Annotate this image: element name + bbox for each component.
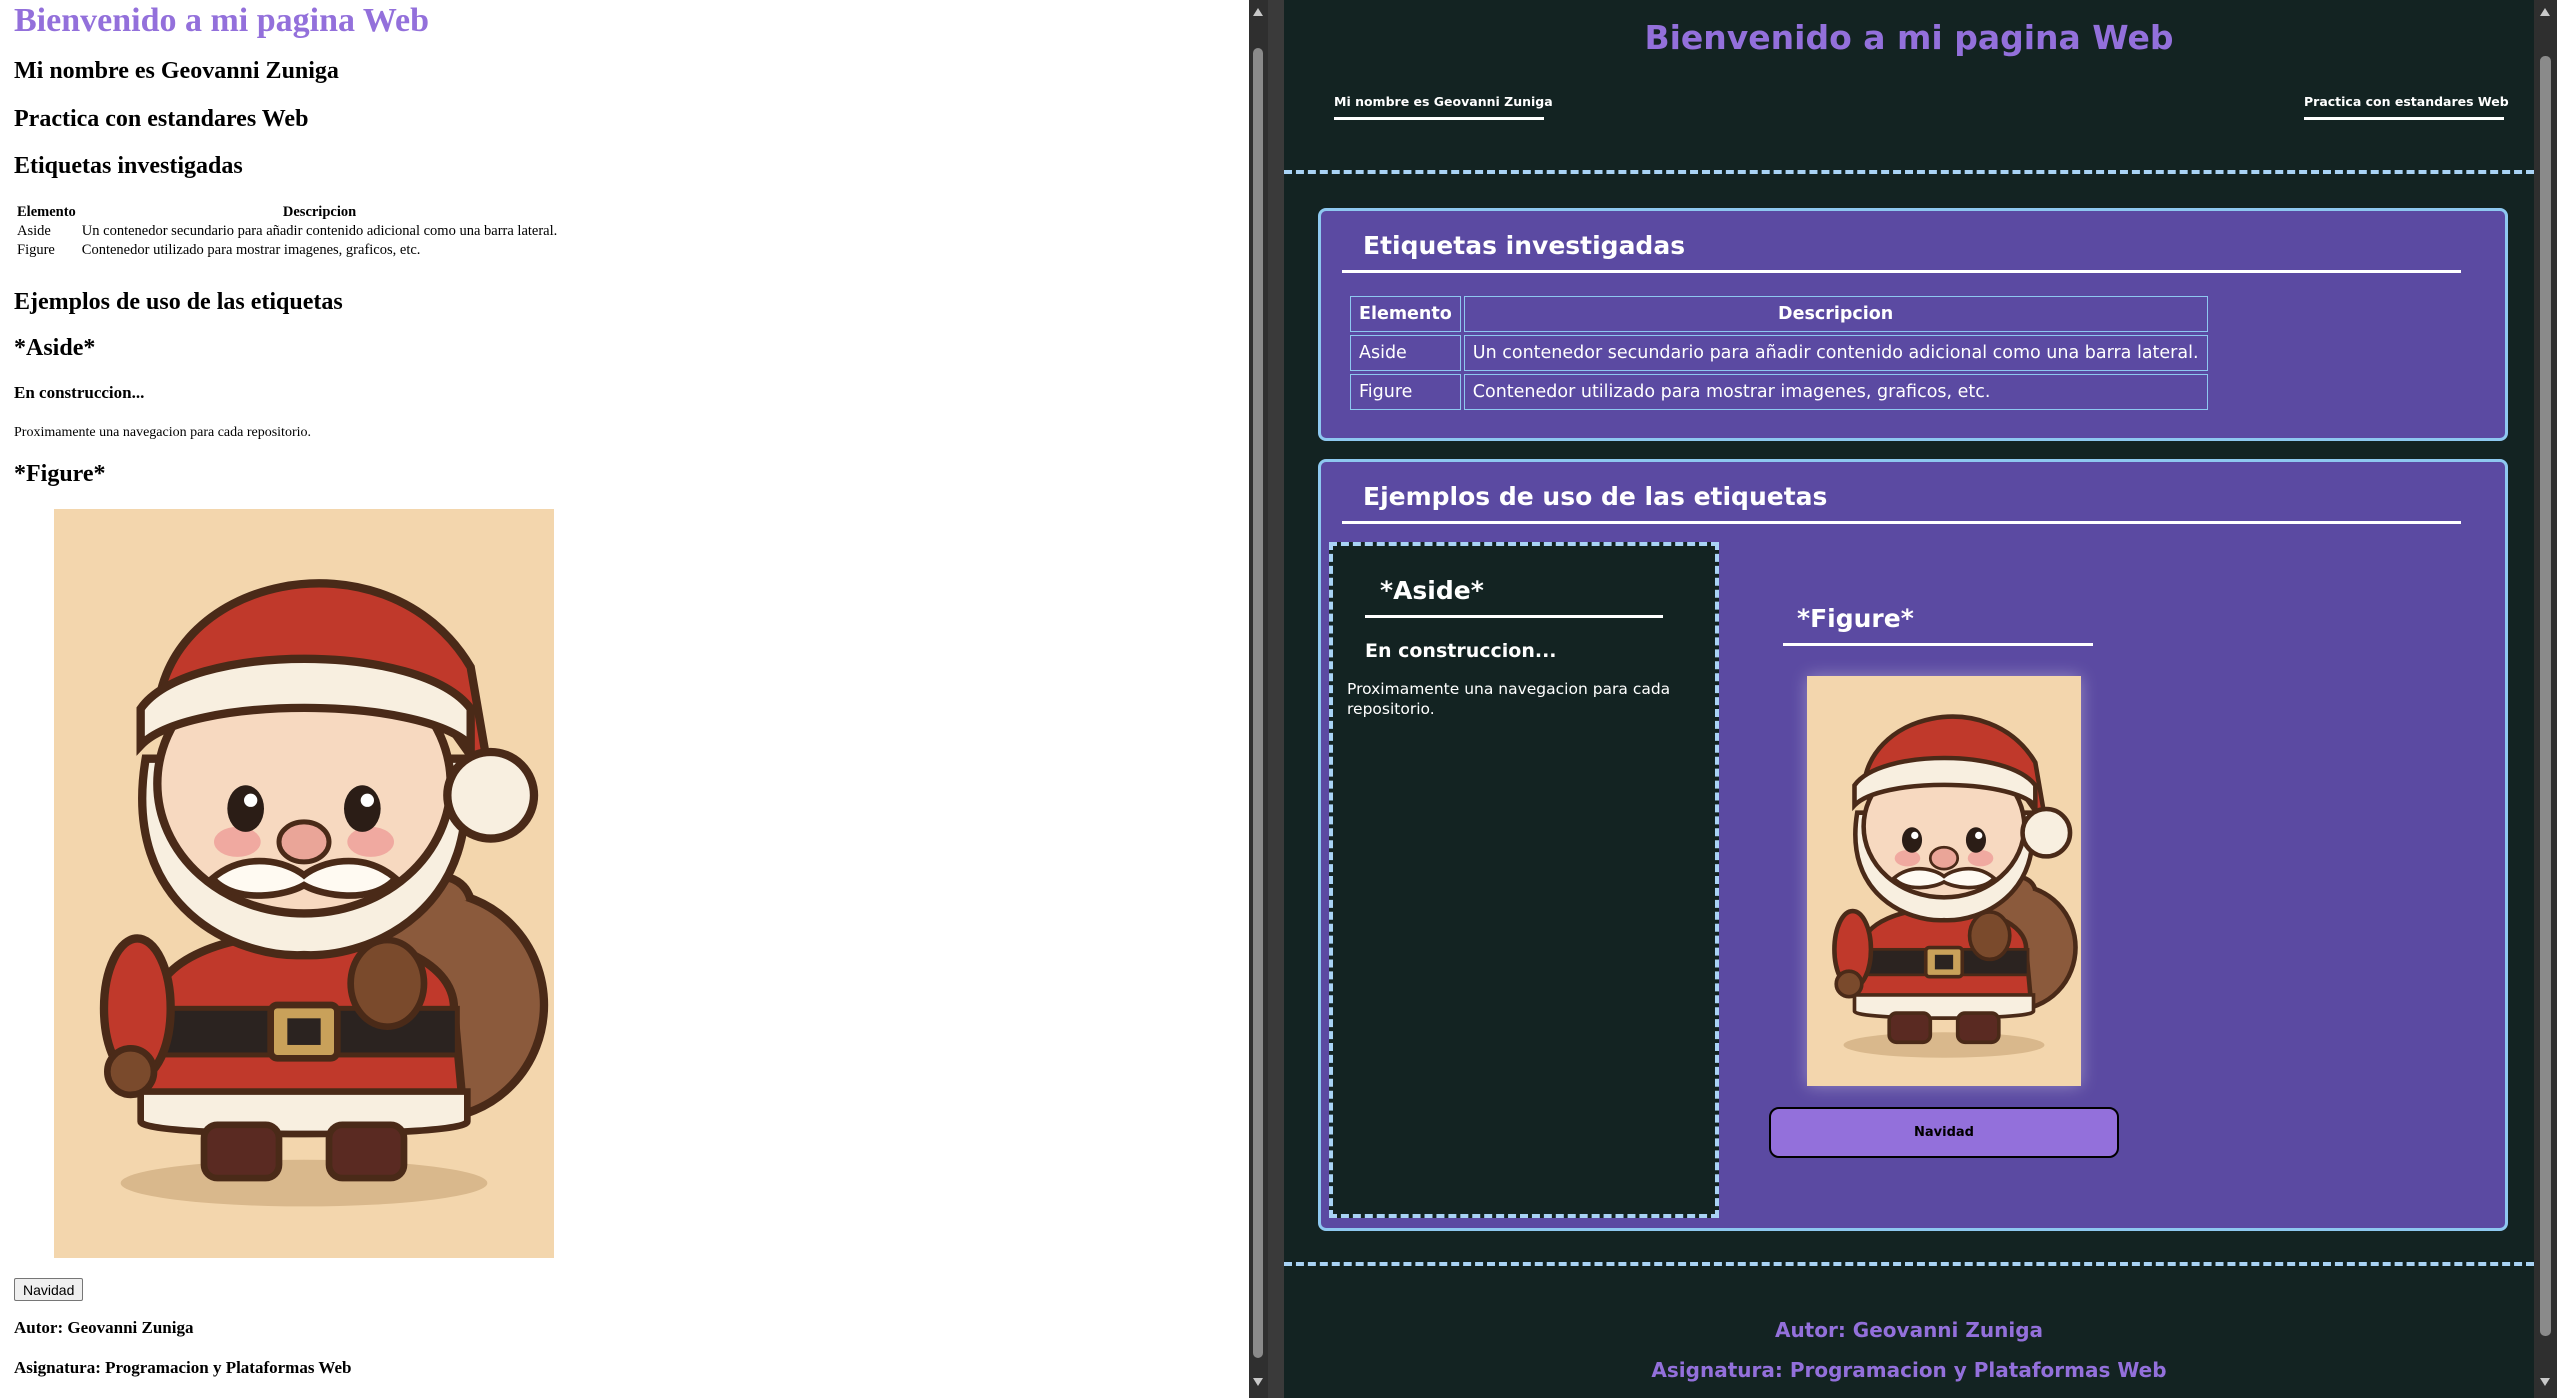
page-title: Bienvenido a mi pagina Web xyxy=(14,2,430,39)
table-header-element: Elemento xyxy=(1350,296,1461,332)
scroll-up-arrow-icon[interactable] xyxy=(2540,8,2550,16)
examples-heading: Ejemplos de uso de las etiquetas xyxy=(1342,482,2461,524)
aside-subheading: En construccion... xyxy=(14,383,145,402)
table-cell-element: Aside xyxy=(1350,335,1461,371)
tags-table: Elemento Descripcion Aside Un contenedor… xyxy=(1347,293,2211,413)
left-scrollbar-thumb[interactable] xyxy=(1253,48,1263,1358)
aside-subheading: En construccion... xyxy=(1365,640,1557,662)
table-row: Figure Contenedor utilizado para mostrar… xyxy=(14,241,560,260)
tags-heading: Etiquetas investigadas xyxy=(1342,231,2461,273)
scroll-down-arrow-icon[interactable] xyxy=(1253,1378,1263,1386)
tags-table: Elemento Descripcion Aside Un contenedor… xyxy=(14,203,560,260)
scroll-up-arrow-icon[interactable] xyxy=(1253,8,1263,16)
table-cell-element: Figure xyxy=(1350,374,1461,410)
aside-heading: *Aside* xyxy=(1365,576,1663,618)
santa-claus-image xyxy=(1807,676,2081,1086)
table-header-row: Elemento Descripcion xyxy=(14,203,560,222)
footer-author: Autor: Geovanni Zuniga xyxy=(14,1318,194,1337)
examples-heading: Ejemplos de uso de las etiquetas xyxy=(14,289,343,315)
figure-heading: *Figure* xyxy=(14,461,106,487)
left-scrollbar[interactable] xyxy=(1249,0,1268,1398)
navidad-button[interactable]: Navidad xyxy=(1769,1107,2119,1158)
styled-page-view: Bienvenido a mi pagina Web Mi nombre es … xyxy=(1284,0,2534,1398)
table-cell-element: Aside xyxy=(17,223,51,239)
footer-author: Autor: Geovanni Zuniga xyxy=(1774,1318,2044,1342)
name-heading: Mi nombre es Geovanni Zuniga xyxy=(14,58,339,84)
table-header-row: Elemento Descripcion xyxy=(1350,296,2208,332)
aside-text: Proximamente una navegacion para cada re… xyxy=(14,425,311,440)
figure-heading: *Figure* xyxy=(1783,604,2093,646)
table-row: Figure Contenedor utilizado para mostrar… xyxy=(1350,374,2208,410)
table-cell-description: Un contenedor secundario para añadir con… xyxy=(81,223,558,239)
table-cell-description: Contenedor utilizado para mostrar imagen… xyxy=(1463,374,2208,410)
table-header-description: Descripcion xyxy=(1463,296,2208,332)
table-row: Aside Un contenedor secundario para añad… xyxy=(14,222,560,241)
practice-heading: Practica con estandares Web xyxy=(14,106,309,132)
unstyled-page-view: Bienvenido a mi pagina Web Mi nombre es … xyxy=(0,0,1249,1398)
table-row: Aside Un contenedor secundario para añad… xyxy=(1350,335,2208,371)
table-cell-description: Contenedor utilizado para mostrar imagen… xyxy=(81,242,421,258)
page-title: Bienvenido a mi pagina Web xyxy=(1644,18,2174,57)
aside-heading: *Aside* xyxy=(14,335,96,361)
footer-divider xyxy=(1284,1262,2534,1266)
table-header-element: Elemento xyxy=(17,204,76,220)
navidad-button[interactable]: Navidad xyxy=(14,1278,84,1301)
tags-section: Etiquetas investigadas Elemento Descripc… xyxy=(1318,208,2508,441)
aside-text: Proximamente una navegacion para cada re… xyxy=(1347,680,1671,718)
table-header-description: Descripcion xyxy=(282,204,357,220)
aside-box: *Aside* En construccion... Proximamente … xyxy=(1329,542,1719,1218)
footer-subject: Asignatura: Programacion y Plataformas W… xyxy=(14,1358,352,1377)
header-divider xyxy=(1284,170,2534,174)
scroll-down-arrow-icon[interactable] xyxy=(2540,1378,2550,1386)
tags-heading: Etiquetas investigadas xyxy=(14,153,243,179)
table-cell-element: Figure xyxy=(17,242,55,258)
nav-link-practice[interactable]: Practica con estandares Web xyxy=(2304,94,2509,120)
footer-subject: Asignatura: Programacion y Plataformas W… xyxy=(1651,1358,2167,1382)
right-scrollbar-thumb[interactable] xyxy=(2540,56,2551,1336)
santa-claus-image xyxy=(54,509,554,1258)
table-cell-description: Un contenedor secundario para añadir con… xyxy=(1463,335,2208,371)
nav-link-name[interactable]: Mi nombre es Geovanni Zuniga xyxy=(1334,94,1553,120)
pane-divider[interactable] xyxy=(1268,0,1284,1398)
examples-section: Ejemplos de uso de las etiquetas *Aside*… xyxy=(1318,459,2508,1231)
right-scrollbar[interactable] xyxy=(2534,0,2557,1398)
